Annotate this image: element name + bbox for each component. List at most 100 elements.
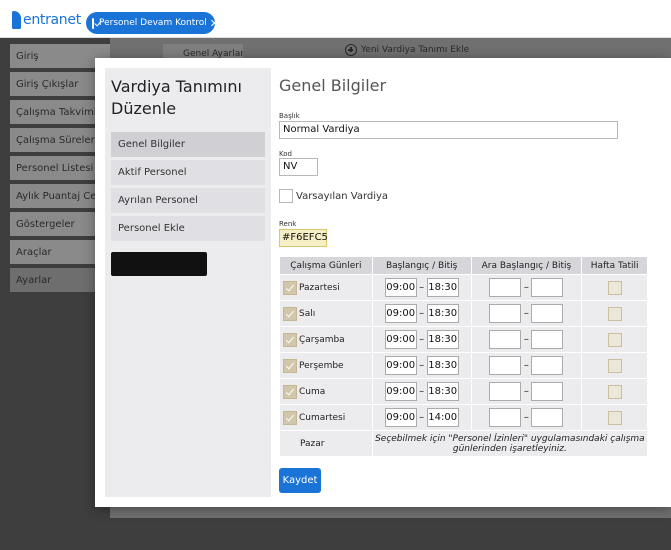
app-tab[interactable]: Personel Devam Kontrol ✕ xyxy=(86,12,219,34)
general-info-panel: Genel Bilgiler Başlık Normal Vardiya Kod… xyxy=(279,68,661,258)
check-icon[interactable] xyxy=(283,358,297,373)
break-end-input[interactable] xyxy=(531,356,564,375)
code-input[interactable]: NV xyxy=(279,158,318,176)
start-time-input[interactable]: 09:00 xyxy=(384,304,417,323)
range-separator: – xyxy=(419,334,425,345)
title-label: Başlık xyxy=(279,112,300,120)
day-label: Cumartesi xyxy=(299,412,346,423)
break-hours: – xyxy=(472,278,582,297)
start-time-input[interactable]: 09:00 xyxy=(384,330,417,349)
table-row: Perşembe 09:00–18:30 – xyxy=(279,352,648,379)
break-start-input[interactable] xyxy=(489,408,522,427)
app-tab-label: Personel Devam Kontrol xyxy=(99,18,207,28)
range-separator: – xyxy=(523,412,529,423)
weekly-holiday-checkbox[interactable] xyxy=(607,306,622,321)
edit-shift-modal: Vardiya Tanımını Düzenle Genel Bilgiler … xyxy=(95,58,671,507)
modal-title: Vardiya Tanımını Düzenle xyxy=(111,77,242,118)
break-hours: – xyxy=(472,356,582,375)
break-hours: – xyxy=(472,304,582,323)
col-days: Çalışma Günleri xyxy=(279,256,373,275)
code-label: Kod xyxy=(279,150,292,158)
panel-title: Genel Bilgiler xyxy=(279,76,387,95)
table-note: Seçebilmek için "Personel İzinleri" uygu… xyxy=(371,430,649,457)
check-icon[interactable] xyxy=(283,280,297,295)
day-label: Perşembe xyxy=(299,360,344,371)
break-hours: – xyxy=(472,382,582,401)
check-icon[interactable] xyxy=(283,306,297,321)
day-cell: Çarşamba xyxy=(280,332,372,347)
start-time-input[interactable]: 09:00 xyxy=(384,382,417,401)
range-separator: – xyxy=(523,334,529,345)
color-input[interactable]: #F6EFC5 xyxy=(279,229,328,247)
end-time-input[interactable]: 14:00 xyxy=(426,408,459,427)
break-start-input[interactable] xyxy=(489,278,522,297)
break-hours: – xyxy=(472,408,582,427)
break-end-input[interactable] xyxy=(531,382,564,401)
modal-nav-general[interactable]: Genel Bilgiler xyxy=(111,132,265,157)
break-end-input[interactable] xyxy=(531,304,564,323)
day-cell: Cuma xyxy=(280,384,372,399)
range-separator: – xyxy=(419,308,425,319)
day-cell: Cumartesi xyxy=(280,410,372,425)
end-time-input[interactable]: 18:30 xyxy=(426,382,459,401)
start-time-input[interactable]: 09:00 xyxy=(384,278,417,297)
check-icon[interactable] xyxy=(283,384,297,399)
work-hours: 09:00–18:30 xyxy=(373,382,471,401)
break-end-input[interactable] xyxy=(531,278,564,297)
end-time-input[interactable]: 18:30 xyxy=(426,278,459,297)
close-icon[interactable]: ✕ xyxy=(210,17,219,30)
day-label: Cuma xyxy=(299,386,326,397)
title-input[interactable]: Normal Vardiya xyxy=(279,121,618,139)
break-end-input[interactable] xyxy=(531,330,564,349)
modal-nav-add-staff[interactable]: Personel Ekle xyxy=(111,216,265,241)
modal-nav-left-staff[interactable]: Ayrılan Personel xyxy=(111,188,265,213)
table-row: Çarşamba 09:00–18:30– xyxy=(279,326,648,353)
delete-shift-button[interactable]: Vardiya Tanımını Sil xyxy=(111,252,207,276)
logo[interactable]: entranet xyxy=(12,11,81,29)
weekly-holiday-checkbox[interactable] xyxy=(607,410,622,425)
range-separator: – xyxy=(523,386,529,397)
weekly-holiday-checkbox[interactable] xyxy=(607,358,622,373)
table-row: Pazar Seçebilmek için "Personel İzinleri"… xyxy=(279,430,649,457)
weekly-holiday-checkbox[interactable] xyxy=(607,332,622,347)
add-shift-label: Yeni Vardiya Tanımı Ekle xyxy=(361,45,470,55)
range-separator: – xyxy=(523,360,529,371)
range-separator: – xyxy=(419,412,425,423)
color-label: Renk xyxy=(279,220,297,228)
default-shift-label: Varsayılan Vardiya xyxy=(296,190,389,202)
range-separator: – xyxy=(523,308,529,319)
break-end-input[interactable] xyxy=(531,408,564,427)
work-hours: 09:00–18:30 xyxy=(373,356,471,375)
default-shift-row[interactable]: Varsayılan Vardiya xyxy=(279,189,388,203)
weekly-holiday-checkbox[interactable] xyxy=(607,280,622,295)
break-start-input[interactable] xyxy=(489,382,522,401)
col-holiday: Hafta Tatili xyxy=(581,256,648,275)
day-label: Pazartesi xyxy=(299,282,340,293)
modal-nav-active-staff[interactable]: Aktif Personel xyxy=(111,160,265,185)
col-start-end: Başlangıç / Bitiş xyxy=(371,256,472,275)
modal-sidebar: Vardiya Tanımını Düzenle Genel Bilgiler … xyxy=(105,68,271,497)
plus-circle-icon xyxy=(345,44,357,56)
table-row: Salı 09:00–18:30– xyxy=(279,300,648,327)
top-bar: entranet Personel Devam Kontrol ✕ xyxy=(0,0,671,38)
end-time-input[interactable]: 18:30 xyxy=(426,330,459,349)
check-icon[interactable] xyxy=(283,410,297,425)
break-start-input[interactable] xyxy=(489,304,522,323)
range-separator: – xyxy=(419,386,425,397)
add-shift-button[interactable]: Yeni Vardiya Tanımı Ekle xyxy=(345,44,469,56)
break-hours: – xyxy=(472,330,582,349)
end-time-input[interactable]: 18:30 xyxy=(426,304,459,323)
default-shift-checkbox[interactable] xyxy=(279,189,293,203)
day-label: Salı xyxy=(299,308,316,319)
logo-icon xyxy=(12,11,21,29)
break-start-input[interactable] xyxy=(489,356,522,375)
range-separator: – xyxy=(523,282,529,293)
end-time-input[interactable]: 18:30 xyxy=(426,356,459,375)
break-start-input[interactable] xyxy=(489,330,522,349)
check-icon[interactable] xyxy=(283,332,297,347)
start-time-input[interactable]: 09:00 xyxy=(384,408,417,427)
weekly-holiday-checkbox[interactable] xyxy=(607,384,622,399)
table-row: Pazartesi 09:00–18:30– xyxy=(279,274,648,301)
start-time-input[interactable]: 09:00 xyxy=(384,356,417,375)
save-button[interactable]: Kaydet xyxy=(279,468,321,493)
